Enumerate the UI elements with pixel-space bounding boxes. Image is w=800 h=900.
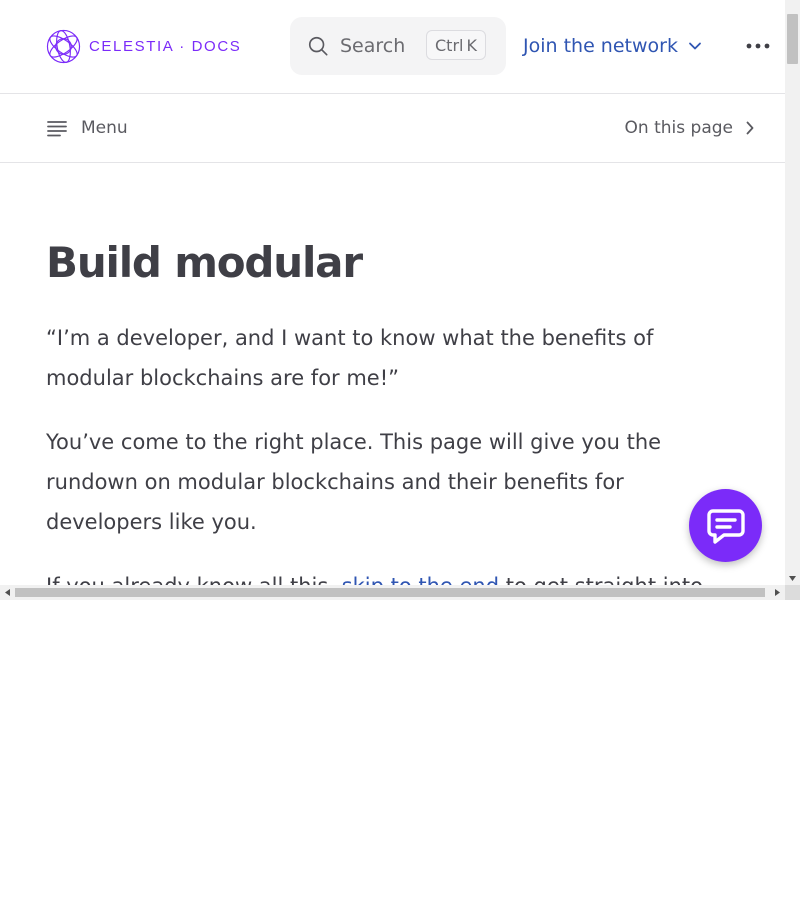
chat-button[interactable] [689,489,762,562]
main-content: Build modular “I’m a developer, and I wa… [46,236,746,585]
intro-paragraph: You’ve come to the right place. This pag… [46,430,662,534]
shortcut-ctrl: Ctrl [435,35,464,55]
scroll-down-arrow[interactable] [785,571,800,585]
page-title: Build modular [46,238,363,287]
skip-text-before: If you already know all this, [46,574,342,585]
skip-to-end-link[interactable]: skip to the end [342,574,499,585]
vertical-scrollbar[interactable] [785,0,800,585]
search-icon [308,36,328,56]
logo-text: CELESTIA · DOCS [89,37,242,55]
shortcut-key: K [466,35,477,55]
chevron-right-icon [746,121,754,135]
scroll-left-arrow[interactable] [0,585,15,600]
menu-lines-icon [47,121,67,137]
menu-label: Menu [81,118,128,138]
chat-icon [706,508,745,544]
join-network-dropdown[interactable]: Join the network [523,30,702,62]
search-button[interactable]: Search Ctrl K [290,17,506,75]
join-network-label: Join the network [523,35,678,57]
menu-button[interactable]: Menu [46,114,128,142]
ellipsis-icon [746,43,770,49]
skip-text-after: to get straight into [499,574,703,585]
horizontal-scrollbar[interactable] [0,585,785,600]
chevron-down-icon [689,42,701,50]
on-this-page-button[interactable]: On this page [625,114,755,142]
horizontal-scroll-thumb[interactable] [15,588,765,597]
vertical-scroll-thumb[interactable] [787,14,798,64]
intro-quote: “I’m a developer, and I want to know wha… [46,326,654,390]
scrollbar-corner [785,585,800,600]
triangle-left-icon [5,589,10,596]
on-this-page-label: On this page [624,118,733,138]
search-label: Search [340,35,406,57]
celestia-logo-icon [46,29,81,63]
scroll-right-arrow[interactable] [770,585,785,600]
triangle-right-icon [775,589,780,596]
top-header: CELESTIA · DOCS Search Ctrl K Join the n… [0,0,785,94]
search-shortcut-hint: Ctrl K [426,30,486,60]
site-logo[interactable]: CELESTIA · DOCS [46,29,241,63]
browser-viewport: CELESTIA · DOCS Search Ctrl K Join the n… [0,0,800,600]
docs-page: CELESTIA · DOCS Search Ctrl K Join the n… [0,0,785,585]
more-menu-button[interactable] [742,30,774,62]
sub-header: Menu On this page [0,94,785,163]
triangle-down-icon [789,575,796,581]
skip-paragraph: If you already know all this, skip to th… [46,566,746,585]
